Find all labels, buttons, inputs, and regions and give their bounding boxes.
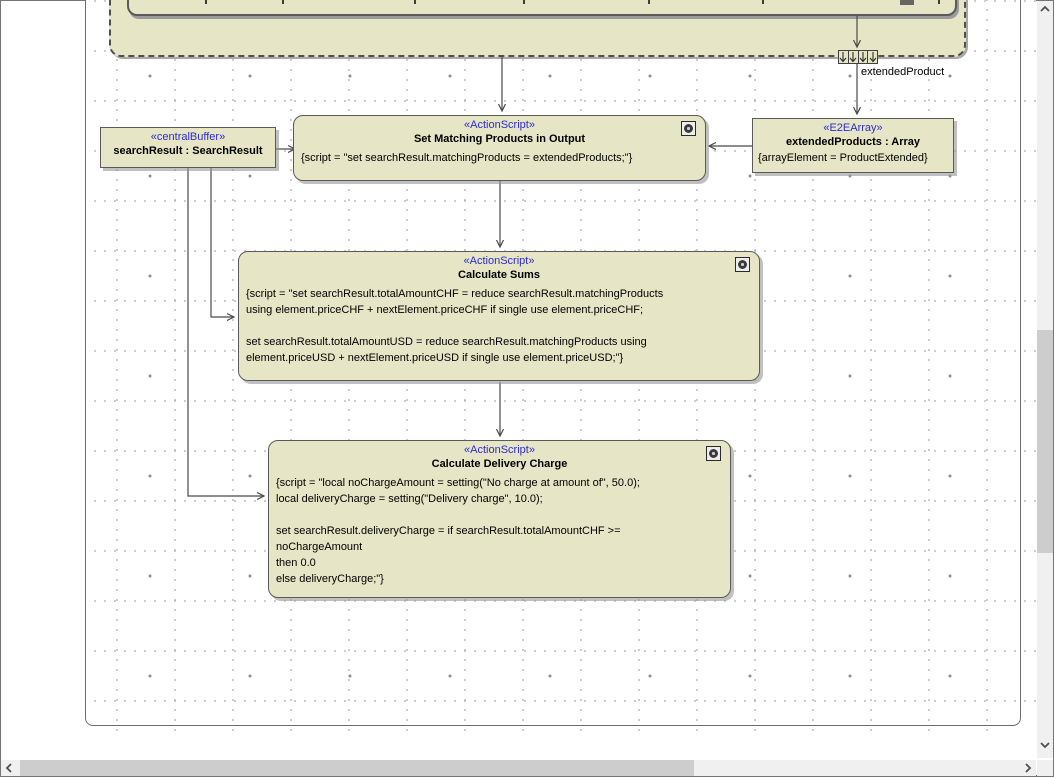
script-line: else deliveryCharge;"} [276, 571, 723, 587]
horizontal-scrollbar[interactable] [1, 760, 1036, 776]
stereotype-label: «E2EArray» [753, 119, 953, 135]
vertical-scrollbar-thumb[interactable] [1037, 330, 1053, 553]
chevron-right-icon [1024, 762, 1032, 774]
script-text: {script = "local noChargeAmount = settin… [269, 472, 730, 587]
script-line: using element.priceCHF + nextElement.pri… [246, 302, 752, 318]
behavior-gear-icon [681, 121, 696, 136]
script-line: local deliveryCharge = setting("Delivery… [276, 491, 723, 507]
script-line: set searchResult.totalAmountUSD = reduce… [246, 334, 752, 350]
chevron-left-icon [5, 762, 13, 774]
scroll-down-button[interactable] [1037, 737, 1053, 753]
script-line: {script = "set searchResult.matchingProd… [301, 150, 698, 166]
scroll-left-button[interactable] [1, 760, 17, 776]
node-constraint: {arrayElement = ProductExtended} [753, 150, 953, 167]
stereotype-label: «centralBuffer» [101, 128, 275, 144]
scroll-right-button[interactable] [1020, 760, 1036, 776]
node-name: Calculate Sums [239, 268, 759, 283]
down-arrow-icon [839, 51, 848, 63]
expansion-node[interactable] [838, 50, 878, 64]
down-arrow-icon [858, 51, 868, 63]
structured-activity-node[interactable] [127, 0, 957, 16]
chevron-up-icon [1039, 5, 1051, 13]
scrollbar-corner [1037, 760, 1053, 776]
script-text: {script = "set searchResult.matchingProd… [294, 147, 705, 166]
central-buffer-node[interactable]: «centralBuffer» searchResult : SearchRes… [100, 127, 276, 168]
script-line: then 0.0 [276, 555, 723, 571]
e2e-array-node[interactable]: «E2EArray» extendedProducts : Array {arr… [752, 118, 954, 173]
node-name: Set Matching Products in Output [294, 132, 705, 147]
script-line [246, 318, 752, 334]
pin-label-extended-product: extendedProduct [861, 66, 944, 78]
script-text: {script = "set searchResult.totalAmountC… [239, 283, 759, 366]
script-line: {script = "local noChargeAmount = settin… [276, 475, 723, 491]
script-line: noChargeAmount [276, 539, 723, 555]
down-arrow-icon [867, 51, 877, 63]
stereotype-label: «ActionScript» [239, 252, 759, 268]
behavior-gear-icon [706, 446, 721, 461]
stereotype-label: «ActionScript» [294, 116, 705, 132]
diagram-window: extendedProduct «centralBuffer» searchRe… [0, 0, 1054, 777]
node-name: extendedProducts : Array [753, 135, 953, 150]
behavior-gear-icon [735, 257, 750, 272]
chevron-down-icon [1039, 741, 1051, 749]
script-line: element.priceUSD + nextElement.priceUSD … [246, 350, 752, 366]
action-calculate-delivery-charge[interactable]: «ActionScript» Calculate Delivery Charge… [268, 440, 731, 598]
stereotype-label: «ActionScript» [269, 441, 730, 457]
vertical-scrollbar[interactable] [1037, 1, 1053, 758]
scroll-up-button[interactable] [1037, 1, 1053, 17]
down-arrow-icon [848, 51, 858, 63]
script-line: {script = "set searchResult.totalAmountC… [246, 286, 752, 302]
node-name: searchResult : SearchResult [101, 144, 275, 159]
horizontal-scrollbar-thumb[interactable] [20, 760, 694, 776]
script-line: set searchResult.deliveryCharge = if sea… [276, 523, 723, 539]
action-calculate-sums[interactable]: «ActionScript» Calculate Sums {script = … [238, 251, 760, 381]
script-line [276, 507, 723, 523]
node-name: Calculate Delivery Charge [269, 457, 730, 472]
action-set-matching-products[interactable]: «ActionScript» Set Matching Products in … [293, 115, 706, 181]
